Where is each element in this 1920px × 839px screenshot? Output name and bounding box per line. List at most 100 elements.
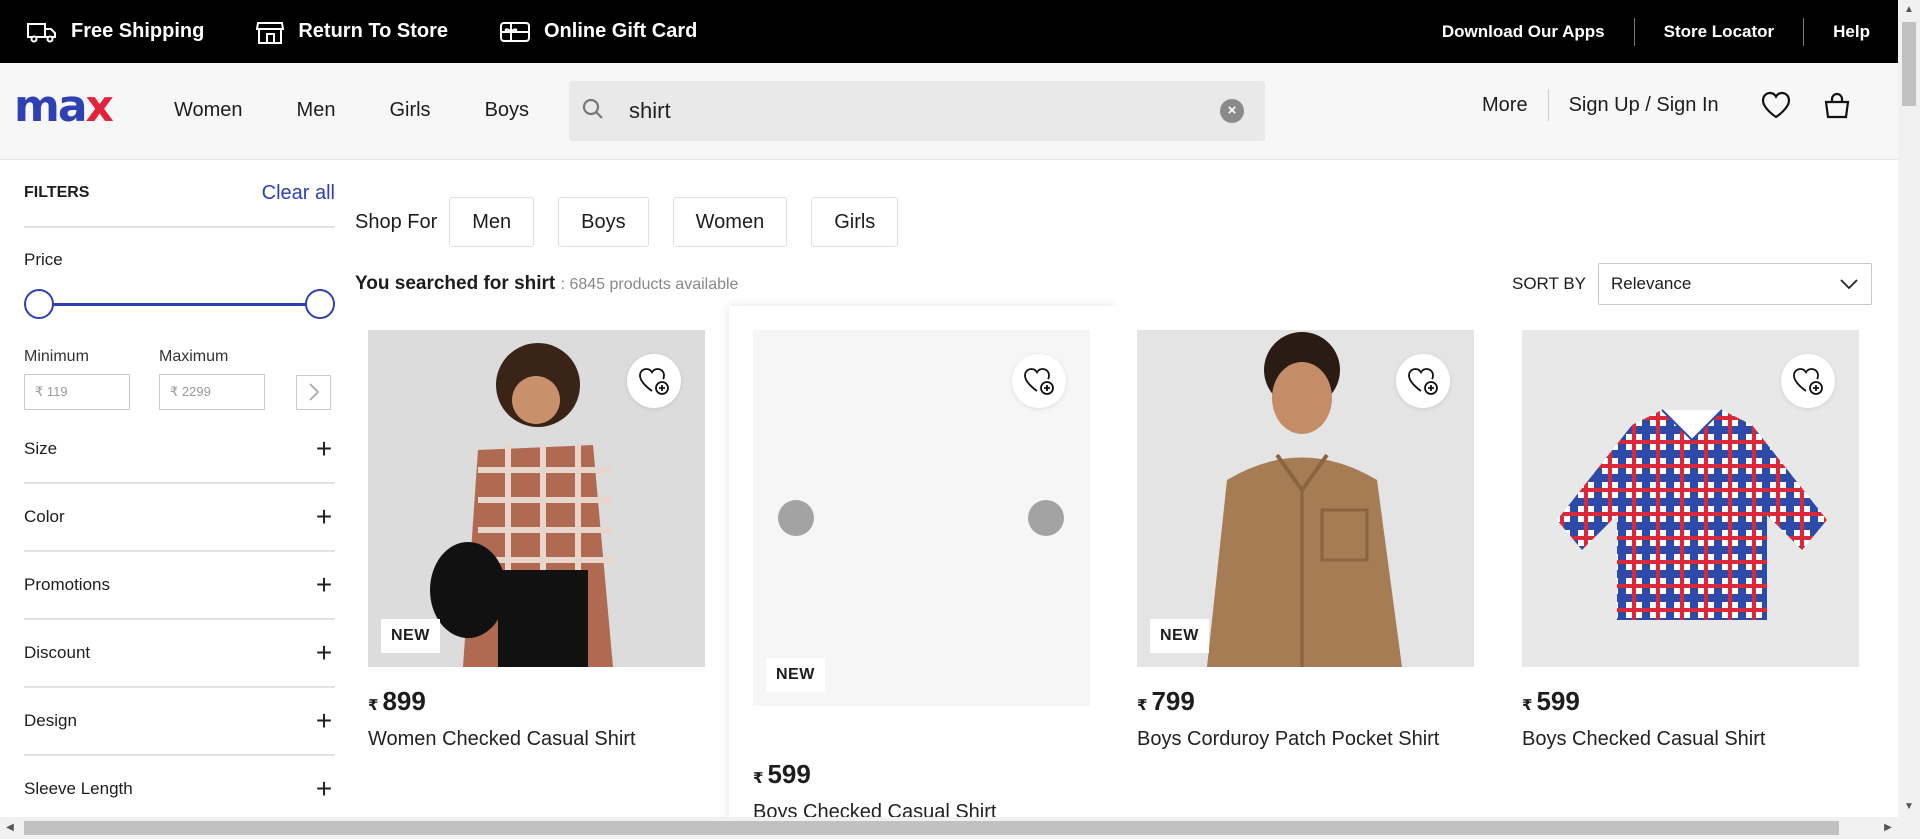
search-icon bbox=[582, 98, 603, 119]
sort-selected-value: Relevance bbox=[1611, 274, 1692, 293]
product-name[interactable]: Boys Corduroy Patch Pocket Shirt bbox=[1137, 728, 1439, 751]
product-card[interactable]: ₹599 Boys Checked Casual Shirt bbox=[1498, 306, 1883, 826]
return-to-store-label: Return To Store bbox=[298, 20, 448, 42]
new-tag: NEW bbox=[766, 658, 825, 692]
search-input[interactable] bbox=[629, 95, 1189, 127]
nav-men[interactable]: Men bbox=[297, 99, 336, 122]
clear-all-link[interactable]: Clear all bbox=[262, 182, 335, 205]
filter-facets: Size + Color + Promotions + Discount + Design + Sl… bbox=[24, 416, 335, 824]
filter-facet-label: Design bbox=[24, 711, 77, 730]
min-price-input[interactable]: ₹ 119 bbox=[24, 374, 130, 410]
expand-plus-icon[interactable]: + bbox=[313, 569, 335, 601]
minimum-label: Minimum bbox=[24, 348, 89, 365]
help-link[interactable]: Help bbox=[1804, 22, 1870, 42]
scroll-left-arrow-icon[interactable]: ◀ bbox=[0, 817, 20, 839]
filter-facet-color[interactable]: Color + bbox=[24, 484, 335, 552]
product-image[interactable] bbox=[1522, 330, 1859, 667]
expand-plus-icon[interactable]: + bbox=[313, 773, 335, 805]
filter-facet-label: Promotions bbox=[24, 575, 110, 594]
product-name[interactable]: Boys Checked Casual Shirt bbox=[1522, 728, 1765, 751]
scrollbar-corner bbox=[1898, 817, 1920, 839]
nav-boys[interactable]: Boys bbox=[485, 99, 529, 122]
store-return-icon bbox=[256, 21, 285, 44]
scroll-up-arrow-icon[interactable]: ▲ bbox=[1898, 0, 1920, 20]
filter-facet-label: Size bbox=[24, 439, 58, 458]
price-filter-title: Price bbox=[24, 250, 63, 269]
more-menu[interactable]: More bbox=[1482, 94, 1548, 117]
horizontal-scroll-thumb[interactable] bbox=[24, 821, 1839, 835]
expand-plus-icon[interactable]: + bbox=[313, 501, 335, 533]
price-slider-min-handle[interactable] bbox=[24, 289, 54, 319]
filter-facet-design[interactable]: Design + bbox=[24, 688, 335, 756]
sign-in-link[interactable]: Sign Up / Sign In bbox=[1549, 94, 1761, 117]
filter-facet-label: Discount bbox=[24, 643, 91, 662]
chevron-down-icon bbox=[1840, 279, 1858, 290]
add-to-wishlist-button[interactable] bbox=[627, 354, 681, 408]
heart-plus-icon bbox=[639, 368, 669, 395]
scroll-right-arrow-icon[interactable]: ▶ bbox=[1878, 817, 1898, 839]
gift-card-label: Online Gift Card bbox=[543, 20, 698, 42]
product-image[interactable]: NEW bbox=[1137, 330, 1474, 667]
carousel-next-dot[interactable] bbox=[1028, 500, 1064, 536]
add-to-wishlist-button[interactable] bbox=[1781, 354, 1835, 408]
new-tag: NEW bbox=[381, 619, 440, 653]
nav-women[interactable]: Women bbox=[174, 99, 243, 122]
free-shipping-link[interactable]: Free Shipping bbox=[27, 20, 204, 43]
sort-select[interactable]: Relevance bbox=[1598, 263, 1873, 305]
price-slider-max-handle[interactable] bbox=[305, 289, 335, 319]
product-image-carousel[interactable]: NEW bbox=[753, 330, 1090, 706]
sort-by-label: SORT BY bbox=[1512, 274, 1587, 293]
shop-for-men[interactable]: Men bbox=[449, 197, 535, 247]
apply-price-button[interactable] bbox=[296, 374, 331, 410]
product-image[interactable]: NEW bbox=[368, 330, 705, 667]
clear-search-icon[interactable]: × bbox=[1220, 99, 1244, 123]
product-count: : 6845 products available bbox=[560, 276, 739, 293]
horizontal-scrollbar[interactable]: ◀ ▶ bbox=[0, 817, 1898, 839]
filter-facet-promotions[interactable]: Promotions + bbox=[24, 552, 335, 620]
filter-facet-sleeve-length[interactable]: Sleeve Length + bbox=[24, 756, 335, 824]
filter-facet-size[interactable]: Size + bbox=[24, 416, 335, 484]
nav-girls[interactable]: Girls bbox=[389, 99, 430, 122]
expand-plus-icon[interactable]: + bbox=[313, 433, 335, 465]
expand-plus-icon[interactable]: + bbox=[313, 705, 335, 737]
search-query-text: You searched for shirt bbox=[355, 273, 556, 294]
add-to-wishlist-button[interactable] bbox=[1012, 354, 1066, 408]
top-utility-bar: Free Shipping Return To Store Online Gif… bbox=[0, 0, 1898, 63]
product-name[interactable]: Women Checked Casual Shirt bbox=[368, 728, 636, 751]
filter-facet-discount[interactable]: Discount + bbox=[24, 620, 335, 688]
vertical-scrollbar[interactable]: ▲ ▼ bbox=[1898, 0, 1920, 817]
header-actions: More Sign Up / Sign In bbox=[1482, 89, 1851, 121]
expand-plus-icon[interactable]: + bbox=[313, 637, 335, 669]
maximum-label: Maximum bbox=[159, 348, 229, 365]
max-price-input[interactable]: ₹ 2299 bbox=[159, 374, 265, 410]
carousel-prev-dot[interactable] bbox=[778, 500, 814, 536]
search-result-summary: You searched for shirt : 6845 products a… bbox=[355, 273, 738, 295]
return-to-store-link[interactable]: Return To Store bbox=[256, 19, 448, 45]
search-box: × bbox=[569, 81, 1265, 141]
product-card-hovered[interactable]: NEW ₹599 Boys Checked Casual Shirt bbox=[729, 306, 1114, 826]
truck-icon bbox=[27, 22, 56, 42]
shop-for-girls[interactable]: Girls bbox=[811, 197, 899, 247]
max-logo[interactable]: max bbox=[14, 85, 114, 129]
shopping-bag-icon[interactable] bbox=[1823, 91, 1851, 119]
store-locator-link[interactable]: Store Locator bbox=[1635, 22, 1804, 42]
price-slider-track bbox=[38, 303, 321, 306]
gift-card-icon bbox=[499, 21, 530, 42]
shop-for-boys[interactable]: Boys bbox=[558, 197, 649, 247]
main-nav: Women Men Girls Boys bbox=[174, 99, 583, 122]
product-price: ₹599 bbox=[753, 759, 811, 789]
price-range-slider bbox=[24, 284, 335, 324]
wishlist-heart-icon[interactable] bbox=[1761, 91, 1791, 119]
shop-for-bar: Shop For Men Boys Women Girls bbox=[355, 197, 922, 247]
product-card[interactable]: NEW ₹799 Boys Corduroy Patch Pocket Shir… bbox=[1113, 306, 1498, 826]
scroll-down-arrow-icon[interactable]: ▼ bbox=[1898, 797, 1920, 817]
filters-header: FILTERS Clear all bbox=[24, 160, 335, 228]
sort-control: SORT BY Relevance bbox=[1512, 263, 1873, 305]
shop-for-women[interactable]: Women bbox=[672, 197, 788, 247]
download-apps-link[interactable]: Download Our Apps bbox=[1413, 22, 1634, 42]
gift-card-link[interactable]: Online Gift Card bbox=[499, 20, 698, 44]
add-to-wishlist-button[interactable] bbox=[1396, 354, 1450, 408]
product-card[interactable]: NEW ₹899 Women Checked Casual Shirt bbox=[344, 306, 729, 826]
vertical-scroll-thumb[interactable] bbox=[1902, 22, 1916, 106]
product-price: ₹899 bbox=[368, 686, 426, 716]
